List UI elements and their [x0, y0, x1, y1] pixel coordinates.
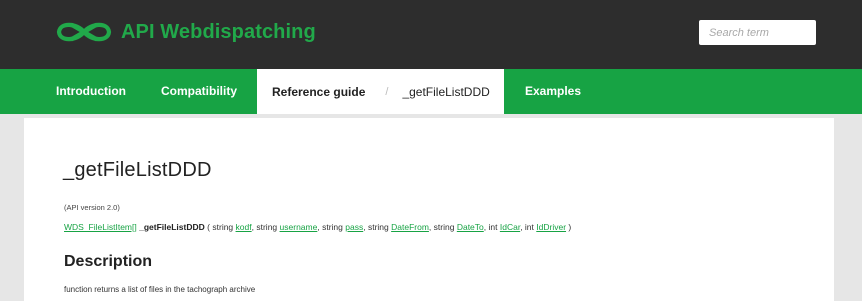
pretzel-knot-icon	[55, 20, 113, 44]
param-type: int	[524, 222, 534, 232]
site-logo[interactable]: API Webdispatching	[55, 20, 316, 44]
nav-item-examples[interactable]: Examples	[525, 69, 581, 114]
content-panel: _getFileListDDD (API version 2.0) WDS_Fi…	[24, 118, 834, 301]
site-title: API Webdispatching	[121, 20, 316, 43]
nav-item-introduction[interactable]: Introduction	[56, 69, 126, 114]
param-type: string	[212, 222, 234, 232]
param-type: string	[256, 222, 278, 232]
breadcrumb-current: _getFileListDDD	[402, 84, 490, 99]
param-link-pass[interactable]: pass	[345, 222, 363, 232]
param-link-iddriver[interactable]: IdDriver	[536, 222, 566, 232]
param-type: string	[433, 222, 455, 232]
close-paren: )	[568, 222, 572, 232]
param-type: string	[322, 222, 343, 232]
page-title: _getFileListDDD	[63, 159, 212, 181]
nav-item-compatibility[interactable]: Compatibility	[161, 69, 237, 114]
return-type-link[interactable]: WDS_FileListItem[]	[64, 222, 137, 232]
param-link-datefrom[interactable]: DateFrom	[391, 222, 429, 232]
param-link-dateto[interactable]: DateTo	[457, 222, 484, 232]
description-text: function returns a list of files in the …	[64, 285, 256, 294]
breadcrumb-separator: /	[385, 85, 389, 98]
api-version-label: (API version 2.0)	[64, 203, 120, 212]
nav-item-reference-guide-active: Reference guide / _getFileListDDD	[257, 69, 504, 114]
param-link-idcar[interactable]: IdCar	[500, 222, 520, 232]
param-type: string	[367, 222, 389, 232]
description-heading: Description	[64, 253, 153, 270]
site-header: API Webdispatching	[0, 0, 862, 69]
param-type: int	[488, 222, 498, 232]
search-input[interactable]	[699, 20, 816, 45]
param-link-username[interactable]: username	[280, 222, 318, 232]
nav-item-reference-guide[interactable]: Reference guide	[272, 85, 365, 99]
open-paren: (	[207, 222, 210, 232]
main-nav: Introduction Compatibility Reference gui…	[0, 69, 862, 114]
param-link-kodf[interactable]: kodf	[236, 222, 252, 232]
function-name: _getFileListDDD	[139, 222, 205, 232]
function-signature: WDS_FileListItem[] _getFileListDDD ( str…	[64, 222, 572, 232]
